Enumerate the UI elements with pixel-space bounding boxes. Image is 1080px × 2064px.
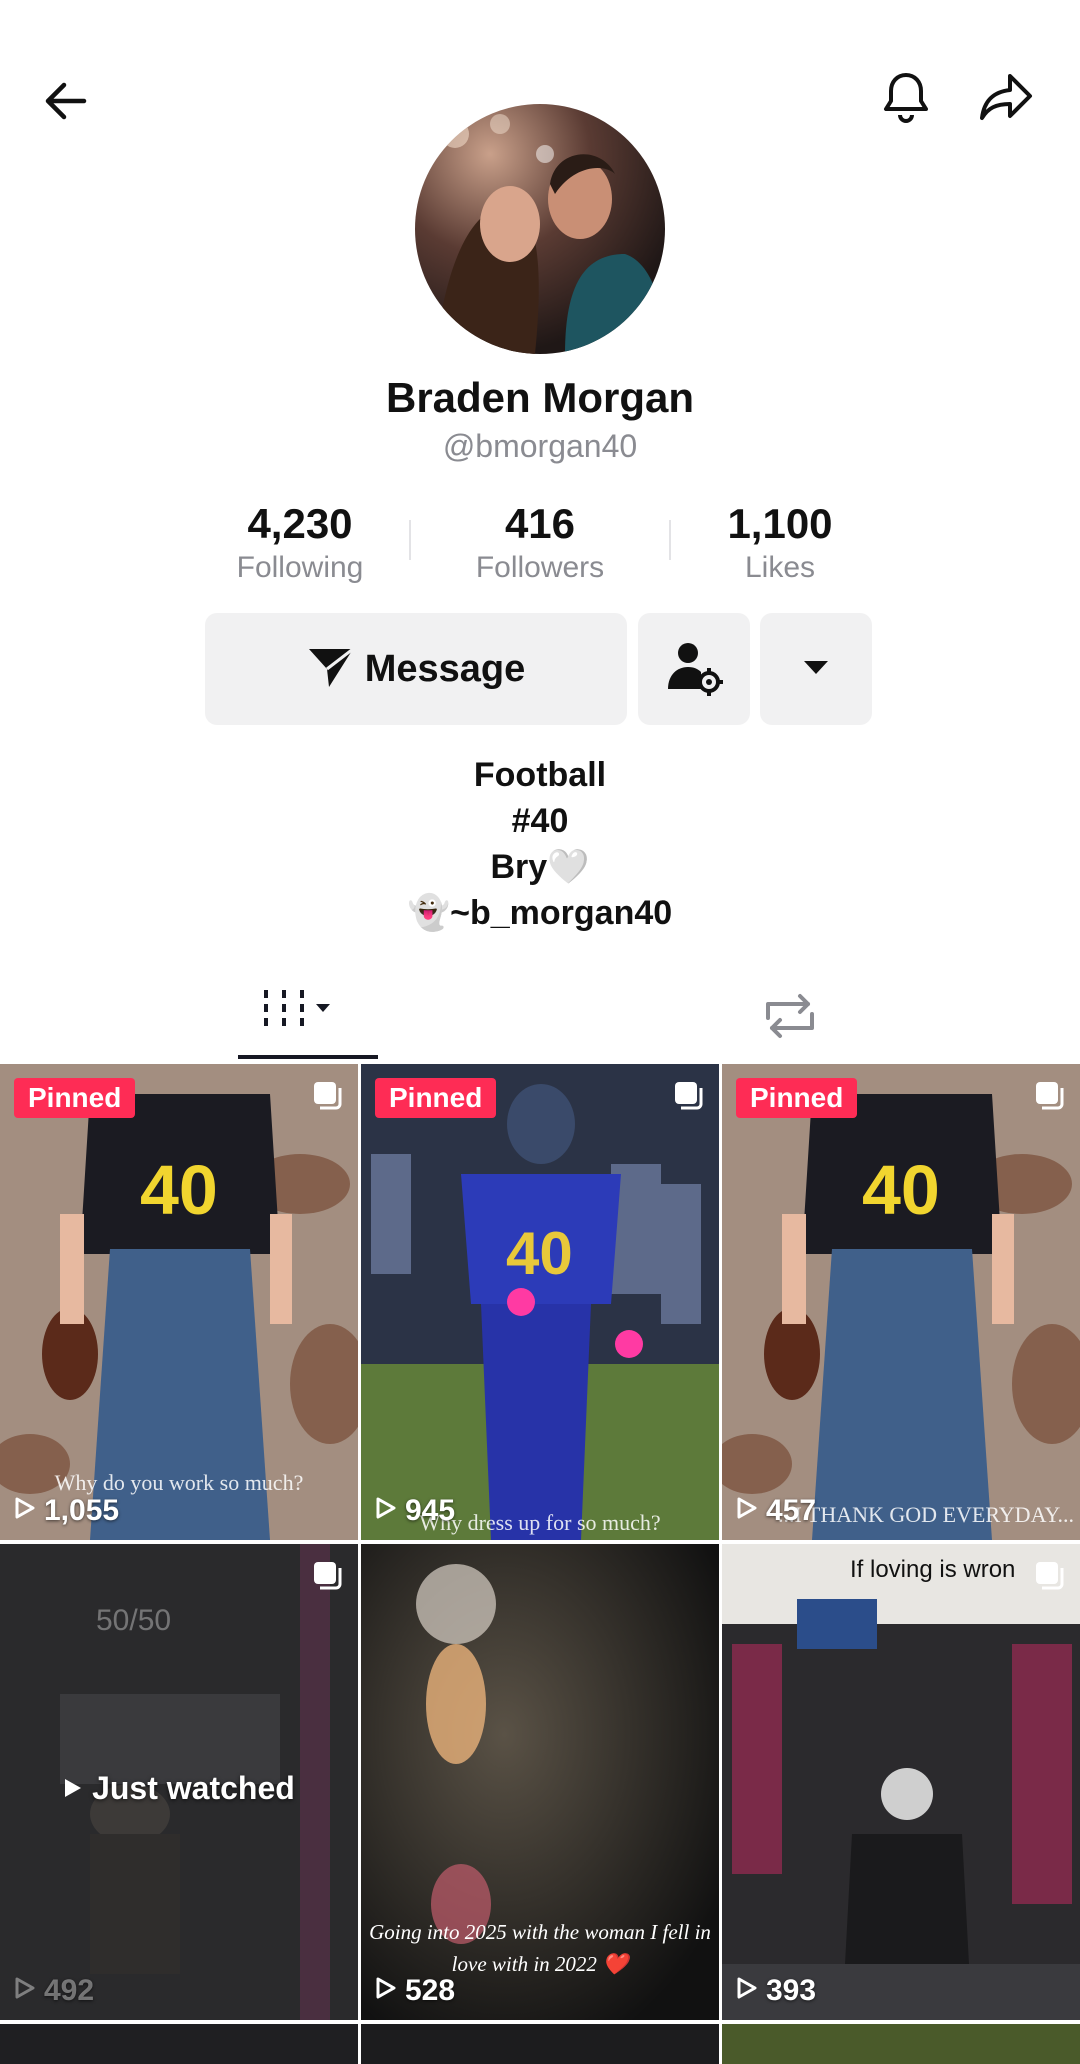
video-thumbnail[interactable] bbox=[361, 2024, 719, 2064]
view-count-value: 393 bbox=[766, 1974, 817, 2007]
view-count: 457 bbox=[736, 1494, 816, 1528]
friend-settings-button[interactable] bbox=[638, 613, 750, 725]
svg-text:40: 40 bbox=[140, 1151, 218, 1229]
message-button[interactable]: Message bbox=[205, 613, 627, 725]
video-thumbnail[interactable]: Going into 2025 with the woman I fell in… bbox=[361, 1544, 719, 2020]
stat-divider bbox=[409, 520, 411, 560]
profile-stats: 4,230 Following 416 Followers 1,100 Like… bbox=[180, 500, 900, 590]
multi-photo-icon bbox=[673, 1080, 705, 1112]
pinned-badge: Pinned bbox=[375, 1078, 497, 1118]
view-count-value: 528 bbox=[405, 1974, 456, 2007]
caret-down-icon bbox=[801, 657, 831, 682]
stat-label: Following bbox=[236, 551, 364, 584]
bell-icon[interactable] bbox=[870, 62, 942, 134]
bio-line[interactable]: 👻~b_morgan40 bbox=[0, 890, 1080, 936]
stat-value: 4,230 bbox=[247, 500, 353, 547]
message-label: Message bbox=[364, 647, 526, 690]
back-arrow-icon[interactable] bbox=[30, 65, 102, 137]
stat-value: 416 bbox=[504, 500, 576, 547]
video-thumbnail[interactable] bbox=[722, 2024, 1080, 2064]
stat-label: Likes bbox=[744, 551, 816, 584]
video-caption: Why do you work so much? bbox=[54, 1470, 304, 1495]
content-tabs bbox=[0, 960, 1080, 1060]
video-thumbnail[interactable]: 40 Pinned Why do you work so much? 1,055 bbox=[0, 1064, 358, 1540]
play-icon bbox=[63, 1770, 83, 1806]
play-icon bbox=[736, 1974, 758, 2008]
play-icon bbox=[375, 1494, 397, 1528]
video-caption: Going into 2025 with the woman I fell in… bbox=[369, 1920, 711, 1976]
play-icon bbox=[375, 1974, 397, 2008]
play-icon bbox=[14, 1494, 36, 1528]
view-count-value: 1,055 bbox=[44, 1494, 120, 1527]
multi-photo-icon bbox=[312, 1080, 344, 1112]
share-arrow-icon[interactable] bbox=[970, 62, 1042, 134]
view-count: 393 bbox=[736, 1974, 816, 2008]
multi-photo-icon bbox=[312, 1560, 344, 1592]
stat-likes[interactable]: 1,100 Likes bbox=[660, 500, 900, 590]
user-gear-icon bbox=[664, 637, 724, 702]
bio-line: Bry🤍 bbox=[490, 848, 590, 886]
profile-bio: Football #40 Bry🤍 👻~b_morgan40 bbox=[0, 752, 1080, 936]
play-icon bbox=[736, 1494, 758, 1528]
video-thumbnail[interactable]: 50/50 Just watched 492 bbox=[0, 1544, 358, 2020]
bio-line: Football bbox=[473, 756, 607, 794]
stat-value: 1,100 bbox=[727, 500, 833, 547]
pinned-badge: Pinned bbox=[736, 1078, 858, 1118]
view-count: 492 bbox=[14, 1974, 94, 2008]
repost-icon bbox=[760, 994, 820, 1048]
video-thumbnail[interactable]: If loving is wron 393 bbox=[722, 1544, 1080, 2020]
video-grid: 40 Pinned Why do you work so much? 1,055… bbox=[0, 1064, 1080, 2064]
send-icon bbox=[307, 643, 355, 696]
view-count: 1,055 bbox=[14, 1494, 119, 1528]
bio-line: #40 bbox=[511, 802, 569, 840]
svg-text:40: 40 bbox=[506, 1220, 573, 1287]
play-icon bbox=[14, 1974, 36, 2008]
view-count: 945 bbox=[375, 1494, 455, 1528]
more-dropdown-button[interactable] bbox=[760, 613, 872, 725]
just-watched-label: Just watched bbox=[0, 1770, 358, 1807]
tab-videos[interactable] bbox=[262, 988, 342, 1038]
stat-following[interactable]: 4,230 Following bbox=[180, 500, 420, 590]
view-count-value: 457 bbox=[766, 1494, 817, 1527]
multi-photo-icon bbox=[1034, 1080, 1066, 1112]
video-thumbnail[interactable]: 40 Pinned Why dress up for so much? 945 bbox=[361, 1064, 719, 1540]
just-watched-text: Just watched bbox=[92, 1770, 295, 1806]
svg-text:40: 40 bbox=[862, 1151, 940, 1229]
view-count-value: 945 bbox=[405, 1494, 456, 1527]
pinned-badge: Pinned bbox=[14, 1078, 136, 1118]
stat-label: Followers bbox=[475, 551, 605, 584]
video-caption: If loving is wron bbox=[850, 1556, 1016, 1583]
stat-divider bbox=[669, 520, 671, 560]
video-thumbnail[interactable] bbox=[0, 2024, 358, 2064]
grid-icon bbox=[262, 990, 342, 1042]
profile-handle: @bmorgan40 bbox=[442, 428, 638, 464]
multi-photo-icon bbox=[1034, 1560, 1066, 1592]
tab-reposts[interactable] bbox=[760, 988, 820, 1044]
view-count-value: 492 bbox=[44, 1974, 95, 2007]
avatar[interactable] bbox=[415, 104, 665, 354]
profile-name: Braden Morgan bbox=[385, 374, 695, 421]
view-count: 528 bbox=[375, 1974, 455, 2008]
stat-followers[interactable]: 416 Followers bbox=[420, 500, 660, 590]
active-tab-indicator bbox=[238, 1055, 378, 1059]
video-thumbnail[interactable]: 40 Pinned ...I THANK GOD EVERYDAY... 457 bbox=[722, 1064, 1080, 1540]
video-caption: 50/50 bbox=[96, 1604, 172, 1637]
